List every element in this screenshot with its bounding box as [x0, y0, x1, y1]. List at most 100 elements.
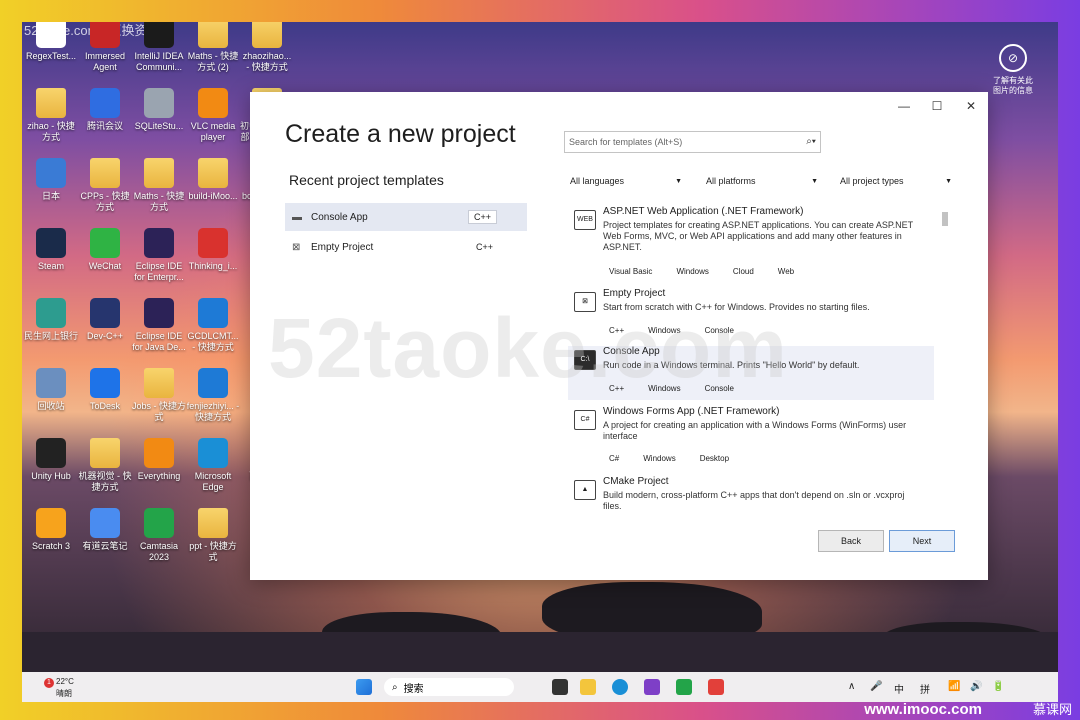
ime-mode-icon[interactable]: 拼	[920, 681, 930, 696]
desktop-icon-label: Eclipse IDE for Java De...	[132, 331, 186, 352]
desktop-icon[interactable]: RegexTest...	[24, 22, 78, 62]
filter-project-types[interactable]: All project types ▼	[840, 172, 952, 190]
winforms-icon: C#	[574, 410, 596, 430]
ime-lang-icon[interactable]: 中	[894, 681, 904, 696]
camtasia-icon[interactable]	[676, 679, 692, 695]
recent-item-empty-project[interactable]: ⊠ Empty Project C++	[285, 233, 527, 261]
desktop-icon-label: WeChat	[88, 261, 122, 271]
desktop-icon[interactable]: Steam	[24, 228, 78, 272]
volume-icon[interactable]: 🔊	[970, 681, 982, 692]
desktop-icon[interactable]: IntelliJ IDEA Communi...	[132, 22, 186, 73]
desktop-icon[interactable]: fenjiezhiyi... - 快捷方式	[186, 368, 240, 423]
close-button[interactable]: ✕	[956, 96, 986, 116]
desktop-icon[interactable]: 民生网上银行	[24, 298, 78, 342]
recent-item-lang: C++	[475, 242, 493, 252]
battery-icon[interactable]: 🔋	[992, 681, 1004, 692]
desktop-icon-label: Eclipse IDE for Enterpr...	[134, 261, 184, 282]
desktop-icon[interactable]: GCDLCMT... - 快捷方式	[186, 298, 240, 353]
desktop-icon-label: fenjiezhiyi... - 快捷方式	[186, 401, 240, 422]
tray-chevron-icon[interactable]: ∧	[848, 681, 855, 692]
console-app-icon: ▬	[292, 211, 302, 223]
task-view-icon[interactable]	[552, 679, 568, 695]
desktop-icon-label: Scratch 3	[31, 541, 71, 551]
desktop-icon[interactable]: Everything	[132, 438, 186, 482]
desktop-icon[interactable]: Microsoft Edge	[186, 438, 240, 493]
desktop-icon-label: Immersed Agent	[84, 51, 125, 72]
desktop-icon[interactable]: SQLiteStu...	[132, 88, 186, 132]
tag: Windows	[643, 454, 676, 463]
desktop-icon[interactable]: Immersed Agent	[78, 22, 132, 73]
microphone-icon[interactable]: 🎤	[870, 681, 882, 692]
maximize-button[interactable]: ☐	[922, 96, 952, 116]
app-icon	[90, 368, 120, 398]
image-info-icon: ⊘	[999, 44, 1027, 72]
desktop-icon[interactable]: Dev-C++	[78, 298, 132, 342]
desktop-icon[interactable]: zhaozihao... - 快捷方式	[240, 22, 294, 73]
desktop-icon[interactable]: ppt - 快捷方式	[186, 508, 240, 563]
desktop-icon[interactable]: WeChat	[78, 228, 132, 272]
desktop-icon[interactable]: Maths - 快捷方式	[132, 158, 186, 213]
app-icon	[90, 298, 120, 328]
back-button[interactable]: Back	[818, 530, 884, 552]
visual-studio-icon[interactable]	[644, 679, 660, 695]
desktop-icon[interactable]: Scratch 3	[24, 508, 78, 552]
app-icon	[144, 88, 174, 118]
desktop-icon[interactable]: 机器视觉 - 快捷方式	[78, 438, 132, 493]
image-info-widget[interactable]: ⊘ 了解有关此图片的信息	[990, 44, 1036, 96]
desktop-icon-label: 日本	[41, 191, 60, 201]
app-icon	[90, 228, 120, 258]
template-item[interactable]: ▲ CMake Project Build modern, cross-plat…	[568, 476, 934, 518]
file-explorer-icon[interactable]	[580, 679, 596, 695]
recent-item-console-app[interactable]: ▬ Console App C++	[285, 203, 527, 231]
filter-languages[interactable]: All languages ▼	[570, 172, 682, 190]
app-icon	[90, 508, 120, 538]
start-icon[interactable]	[356, 679, 372, 695]
app-icon	[36, 22, 66, 48]
edge-icon[interactable]	[612, 679, 628, 695]
scrollbar-thumb[interactable]	[942, 212, 948, 226]
desktop-icon-label: build-iMoo...	[188, 191, 238, 201]
desktop-icon[interactable]: Unity Hub	[24, 438, 78, 482]
weather-widget[interactable]: 1 22°C 晴朗	[44, 676, 74, 699]
desktop-icon[interactable]: build-iMoo...	[186, 158, 240, 202]
desktop-icon-label: IntelliJ IDEA Communi...	[134, 51, 184, 72]
watermark-mk: 慕课网	[1032, 702, 1072, 717]
next-button[interactable]: Next	[889, 530, 955, 552]
desktop-icon[interactable]: Eclipse IDE for Java De...	[132, 298, 186, 353]
desktop-icon[interactable]: Maths - 快捷方式 (2)	[186, 22, 240, 73]
desktop-icon[interactable]: Thinking_i...	[186, 228, 240, 272]
desktop-icon-label: Microsoft Edge	[194, 471, 232, 492]
desktop-icon[interactable]: 腾讯会议	[78, 88, 132, 132]
taskbar-search[interactable]: ⌕ 搜索	[384, 678, 514, 696]
template-item[interactable]: C# Windows Forms App (.NET Framework) A …	[568, 406, 934, 468]
desktop-icon[interactable]: 回收站	[24, 368, 78, 412]
filter-platforms[interactable]: All platforms ▼	[706, 172, 818, 190]
app-icon	[198, 88, 228, 118]
app-icon	[36, 158, 66, 188]
app-icon	[90, 22, 120, 48]
desktop-icon[interactable]: Jobs - 快捷方式	[132, 368, 186, 423]
chevron-down-icon: ▼	[675, 177, 682, 185]
desktop-icon[interactable]: Camtasia 2023	[132, 508, 186, 563]
desktop-icon[interactable]: ToDesk	[78, 368, 132, 412]
desktop-icon[interactable]: 日本	[24, 158, 78, 202]
desktop-icon[interactable]: CPPs - 快捷方式	[78, 158, 132, 213]
camtasia-recorder-icon[interactable]	[708, 679, 724, 695]
desktop-icon[interactable]: zihao - 快捷方式	[24, 88, 78, 143]
desktop-icon[interactable]: Eclipse IDE for Enterpr...	[132, 228, 186, 283]
template-list-scrollbar[interactable]	[942, 206, 948, 518]
search-icon[interactable]: ⌕▾	[806, 136, 816, 147]
app-icon	[144, 298, 174, 328]
desktop-icon[interactable]: VLC media player	[186, 88, 240, 143]
desktop-icon[interactable]: 有道云笔记	[78, 508, 132, 552]
web-app-icon: WEB	[574, 210, 596, 230]
wifi-icon[interactable]: 📶	[948, 681, 960, 692]
template-item[interactable]: WEB ASP.NET Web Application (.NET Framew…	[568, 206, 934, 282]
minimize-button[interactable]: —	[889, 96, 919, 116]
chevron-down-icon: ▼	[811, 177, 818, 185]
search-input[interactable]: Search for templates (Alt+S) ⌕▾	[564, 131, 821, 153]
desktop-icon-label: zhaozihao... - 快捷方式	[242, 51, 292, 72]
empty-project-icon: ⊠	[292, 241, 301, 253]
app-icon	[36, 438, 66, 468]
desktop-icon-label: Dev-C++	[86, 331, 123, 341]
